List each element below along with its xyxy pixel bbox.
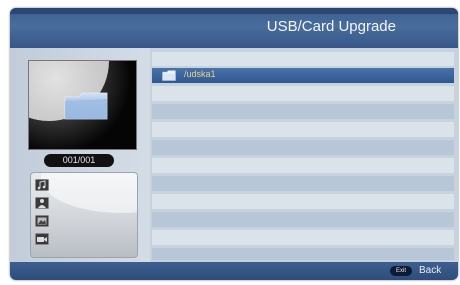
list-row-empty — [152, 248, 454, 260]
file-list[interactable]: /udska1 — [150, 48, 458, 262]
music-icon[interactable] — [35, 179, 49, 191]
back-label: Back — [419, 265, 442, 276]
list-row-empty — [152, 86, 454, 101]
photo-icon[interactable] — [35, 215, 49, 227]
footer-bar: Exit Back — [10, 262, 458, 280]
list-row-empty — [152, 212, 454, 227]
list-row-empty — [152, 194, 454, 209]
list-row-empty — [152, 176, 454, 191]
person-icon[interactable] — [35, 197, 49, 209]
file-counter: 001/001 — [44, 154, 114, 167]
upgrade-screen: USB/Card Upgrade 001/001 /udska1 Exit Ba… — [10, 8, 458, 280]
list-row-empty — [152, 140, 454, 155]
list-item[interactable]: /udska1 — [152, 68, 454, 83]
info-panel: 001/001 — [10, 48, 150, 262]
media-panel-sheen — [41, 173, 137, 213]
list-row-empty — [152, 158, 454, 173]
header-strip — [10, 8, 458, 14]
list-row-empty — [152, 122, 454, 137]
list-row-empty — [152, 104, 454, 119]
folder-icon — [64, 92, 108, 120]
preview-thumbnail — [28, 60, 137, 150]
video-icon[interactable] — [35, 233, 49, 245]
list-row-empty — [152, 230, 454, 245]
media-type-panel — [30, 172, 138, 258]
page-title: USB/Card Upgrade — [266, 18, 396, 35]
folder-icon — [162, 70, 176, 81]
list-row-empty — [152, 52, 454, 66]
header-bar: USB/Card Upgrade — [10, 8, 458, 48]
list-item-label: /udska1 — [184, 69, 216, 79]
exit-key-icon[interactable]: Exit — [390, 266, 412, 276]
